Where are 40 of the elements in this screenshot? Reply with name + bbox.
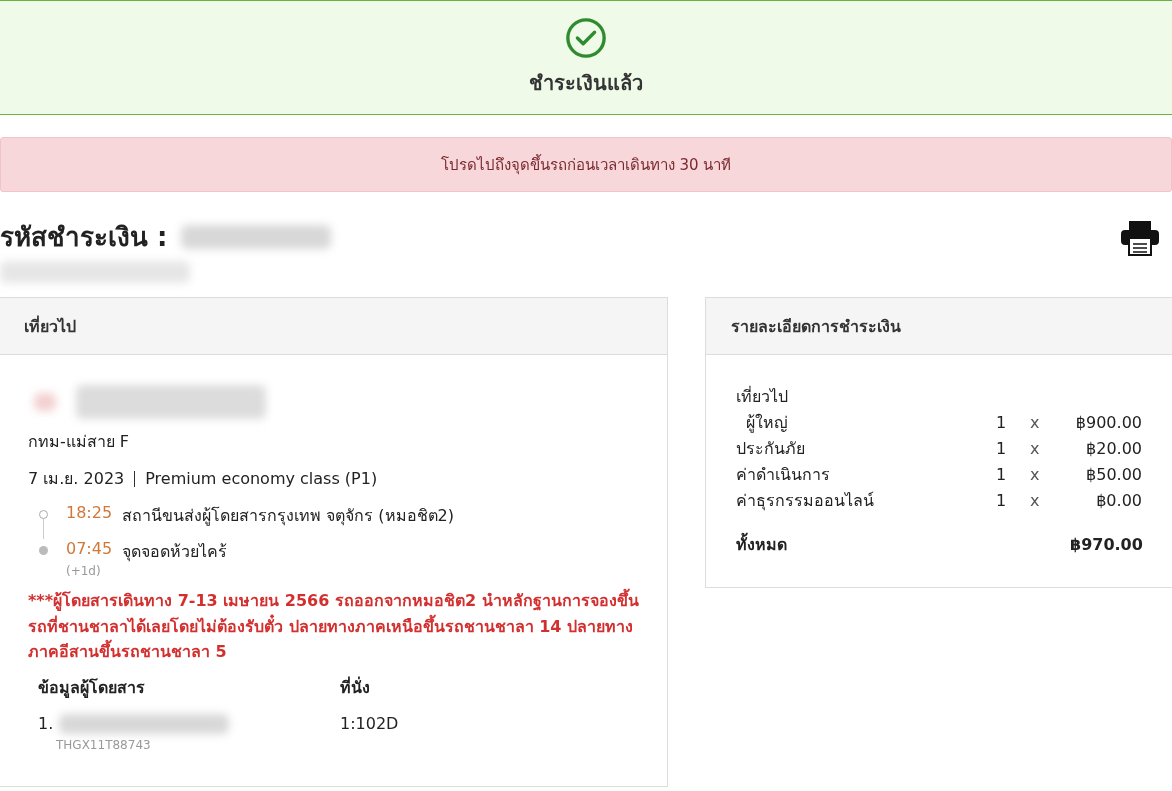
times-sign: x [1030,438,1041,458]
stop-time: 18:25 [66,503,113,524]
route-name: กทม-แม่สาย F [28,431,131,453]
item-amount: ฿900.00 [1074,412,1142,432]
times-sign: x [1030,412,1041,432]
card-header: เที่ยวไป [0,298,667,355]
section-label: เที่ยวไป [736,385,788,408]
item-name: ค่าดำเนินการ [736,463,831,486]
warning-text: ***ผู้โดยสารเดินทาง 7-13 เมษายน 2566 รถออกจากหมอชิต2 นำหลักฐานการจองขึ้นรถที่ชานชาลาได้เลยโดยไม่ต้องรับตั๋ว ปลายทางภาคเหนือขึ้นรถชานชาลา 14 ปลายทางภาคอีสานขึ้นรถชานชาลา 5 [28,588,639,665]
column-header: ข้อมูลผู้โดยสาร [38,676,146,700]
times-sign: x [1030,490,1041,510]
redacted-logo [34,393,56,411]
day-offset: (+1d) [66,564,102,578]
item-quantity: 1 [996,438,1008,458]
stop-time: 07:45 [66,539,113,560]
card-header: รายละเอียดการชำระเงิน [706,298,1172,355]
notice-alert: โปรดไปถึงจุดขึ้นรถก่อนเวลาเดินทาง 30 นาที [0,137,1172,192]
printer-icon[interactable] [1120,220,1160,256]
item-name: ประกันภัย [736,437,806,460]
column-header: ที่นั่ง [340,675,370,699]
seat-number: 1:102D [340,713,399,735]
item-amount: ฿20.00 [1085,438,1142,458]
times-sign: x [1030,464,1041,484]
item-name: ค่าธุรกรรมออนไลน์ [736,489,875,513]
item-quantity: 1 [996,464,1008,484]
stop-place: สถานีขนส่งผู้โดยสารกรุงเทพ จตุจักร (หมอชิต2) [122,505,454,528]
seat-class: Premium economy class (P1) [145,469,378,488]
item-amount: ฿0.00 [1095,490,1142,510]
ticket-code: THGX11T88743 [56,737,152,752]
status-title: ชำระเงินแล้ว [529,69,643,97]
payment-code-label: รหัสชำระเงิน : [0,221,168,254]
item-quantity: 1 [996,412,1008,432]
stop-place: จุดจอดห้วยไคร้ [122,541,228,564]
total-amount: ฿970.00 [1070,534,1142,554]
item-amount: ฿50.00 [1085,464,1142,484]
item-name: ผู้ใหญ่ [745,411,789,435]
passenger-number: 1. [38,714,54,734]
total-label: ทั้งหมด [736,531,788,556]
trip-date: 7 เม.ย. 2023 [28,468,125,490]
item-quantity: 1 [996,490,1008,510]
